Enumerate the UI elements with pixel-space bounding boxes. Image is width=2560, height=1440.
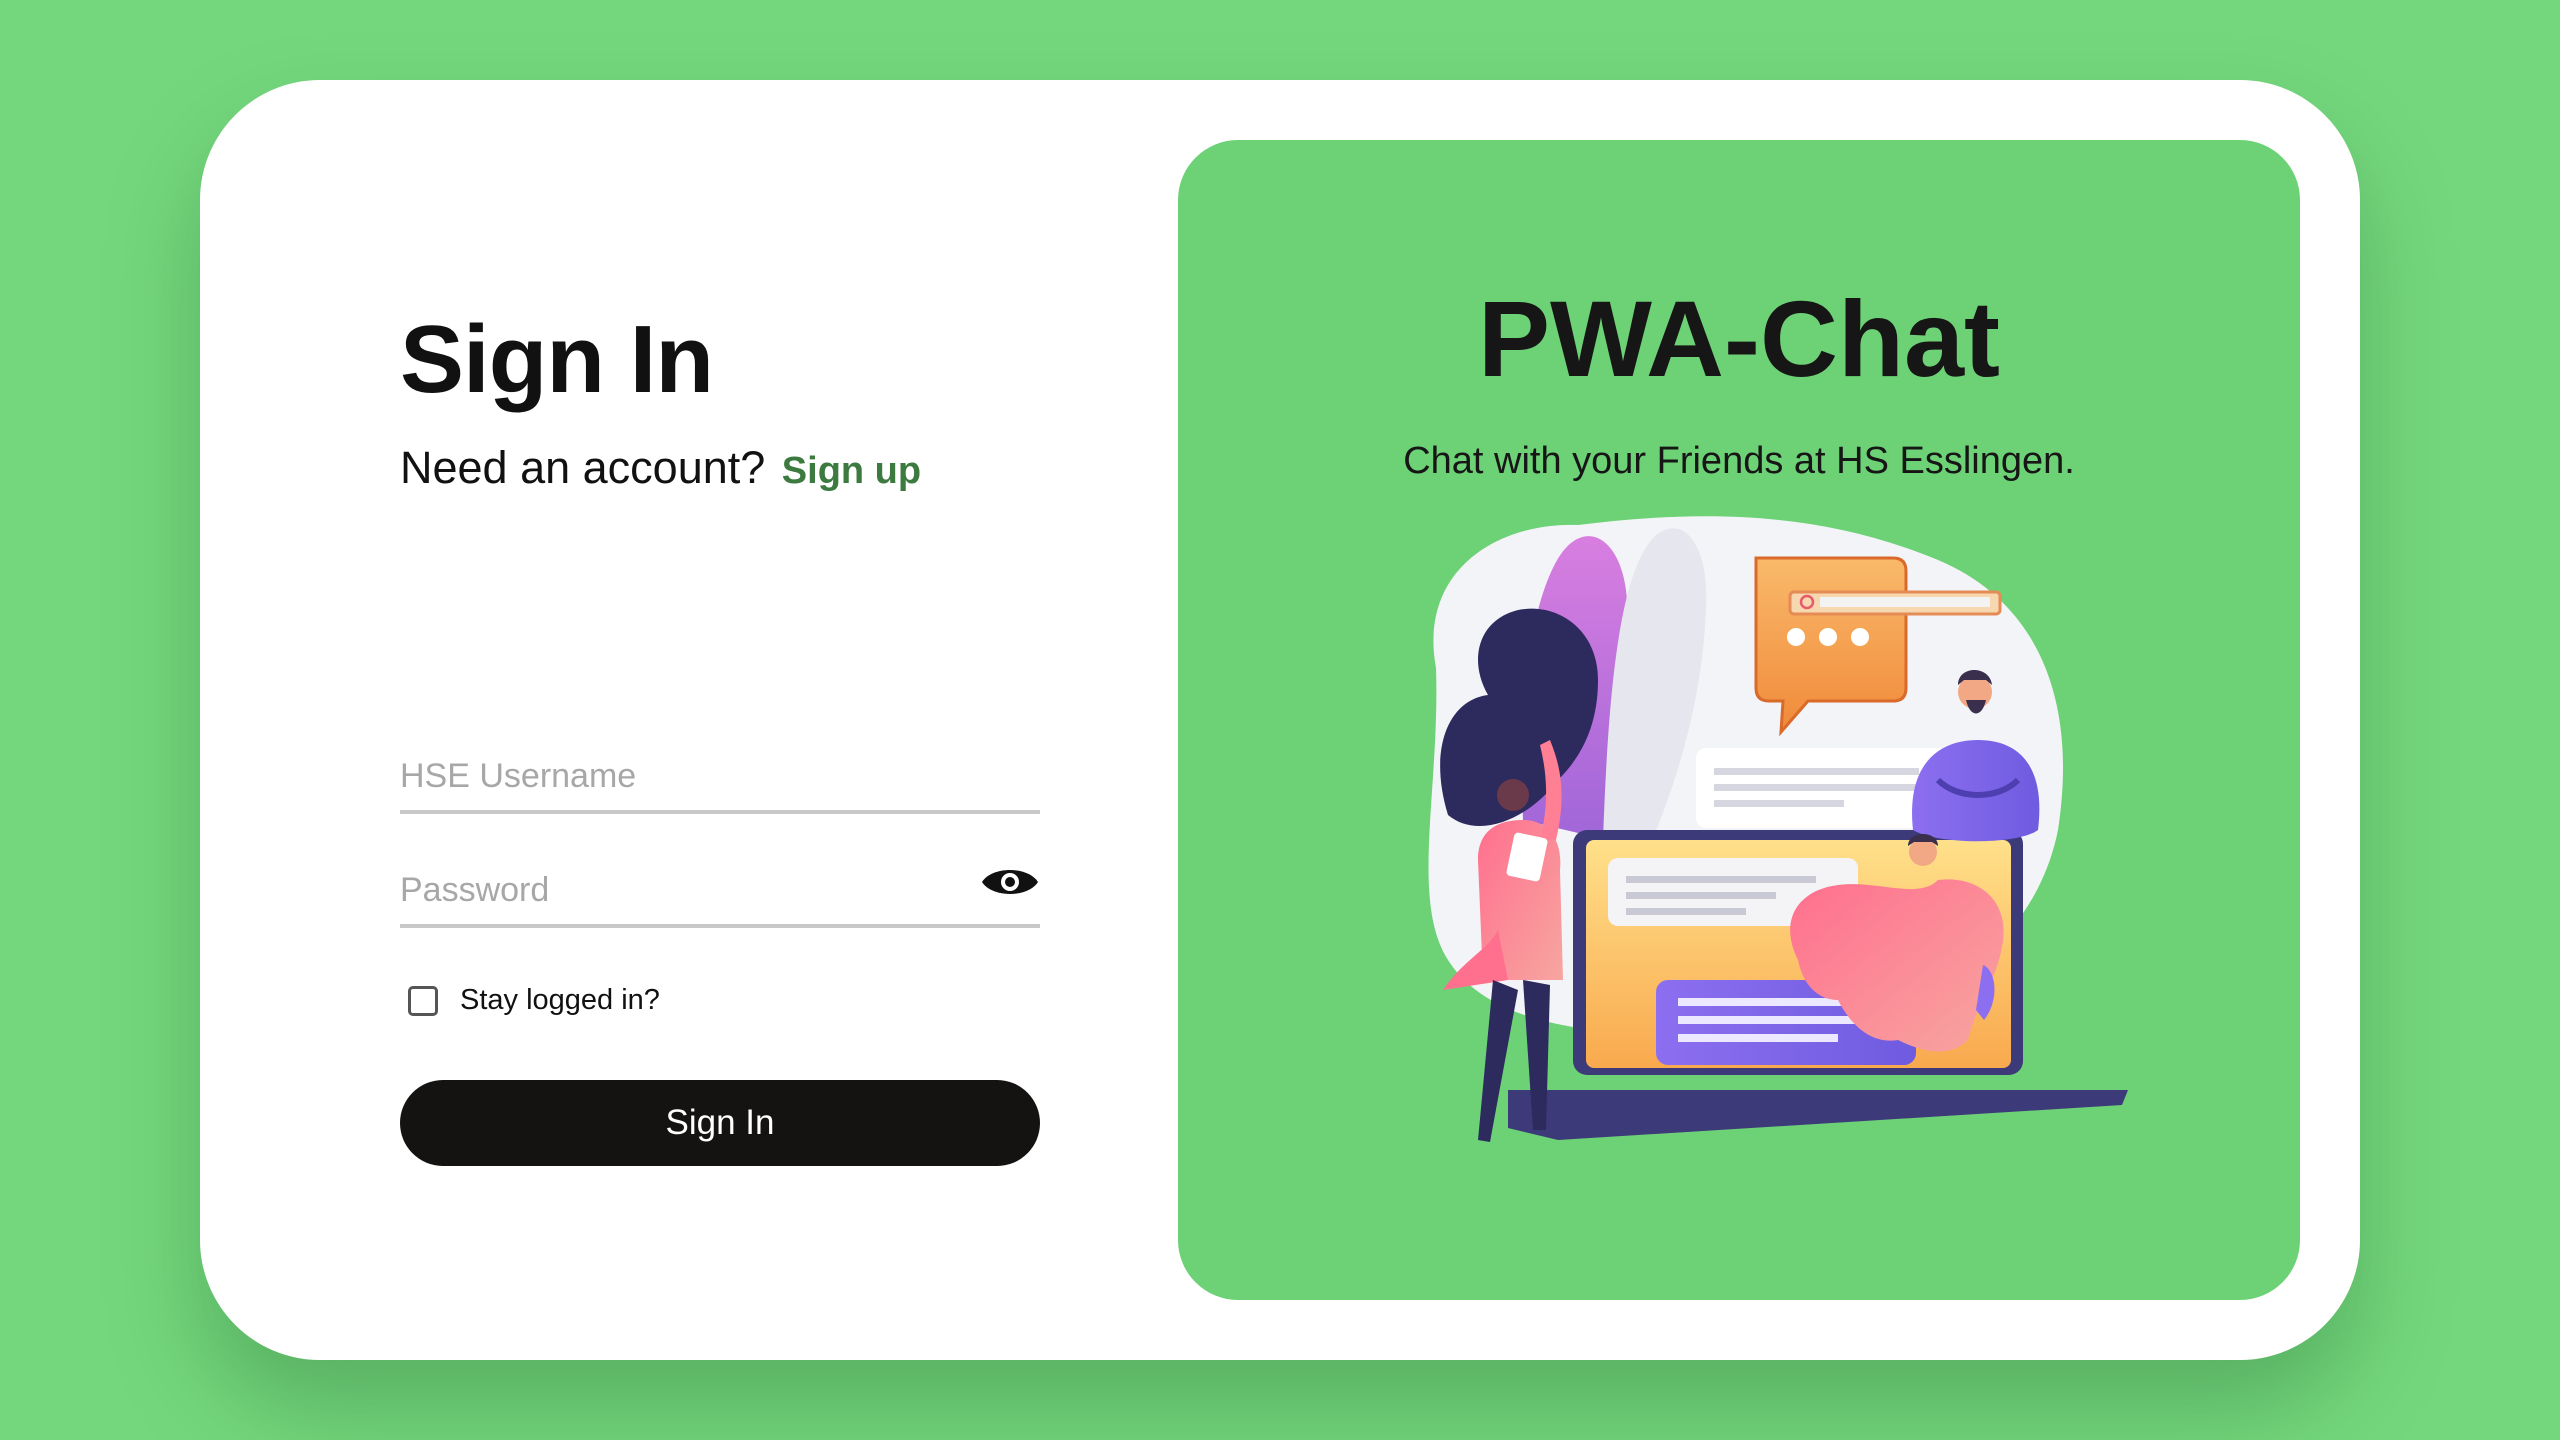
promo-panel: PWA-Chat Chat with your Friends at HS Es…: [1178, 140, 2300, 1300]
login-form: Sign In Need an account? Sign up Stay lo…: [400, 80, 1100, 1360]
page-title: Sign In: [400, 306, 714, 413]
stay-logged-in-checkbox[interactable]: [408, 985, 438, 1016]
password-input[interactable]: [400, 862, 960, 918]
username-field: [400, 738, 1040, 814]
stay-logged-in-label: Stay logged in?: [460, 984, 660, 1016]
username-input[interactable]: [400, 748, 960, 804]
sign-in-button[interactable]: Sign In: [400, 1080, 1040, 1166]
stay-logged-in-option[interactable]: Stay logged in?: [408, 984, 660, 1017]
eye-icon[interactable]: [980, 860, 1040, 904]
laptop-base: [1508, 1090, 2128, 1140]
need-account-text: Need an account?: [400, 442, 766, 493]
sign-up-link[interactable]: Sign up: [782, 450, 921, 492]
login-card: Sign In Need an account? Sign up Stay lo…: [200, 80, 2360, 1360]
signup-prompt: Need an account? Sign up: [400, 442, 921, 494]
chat-illustration: [1428, 516, 2128, 1142]
password-field: [400, 852, 1040, 928]
